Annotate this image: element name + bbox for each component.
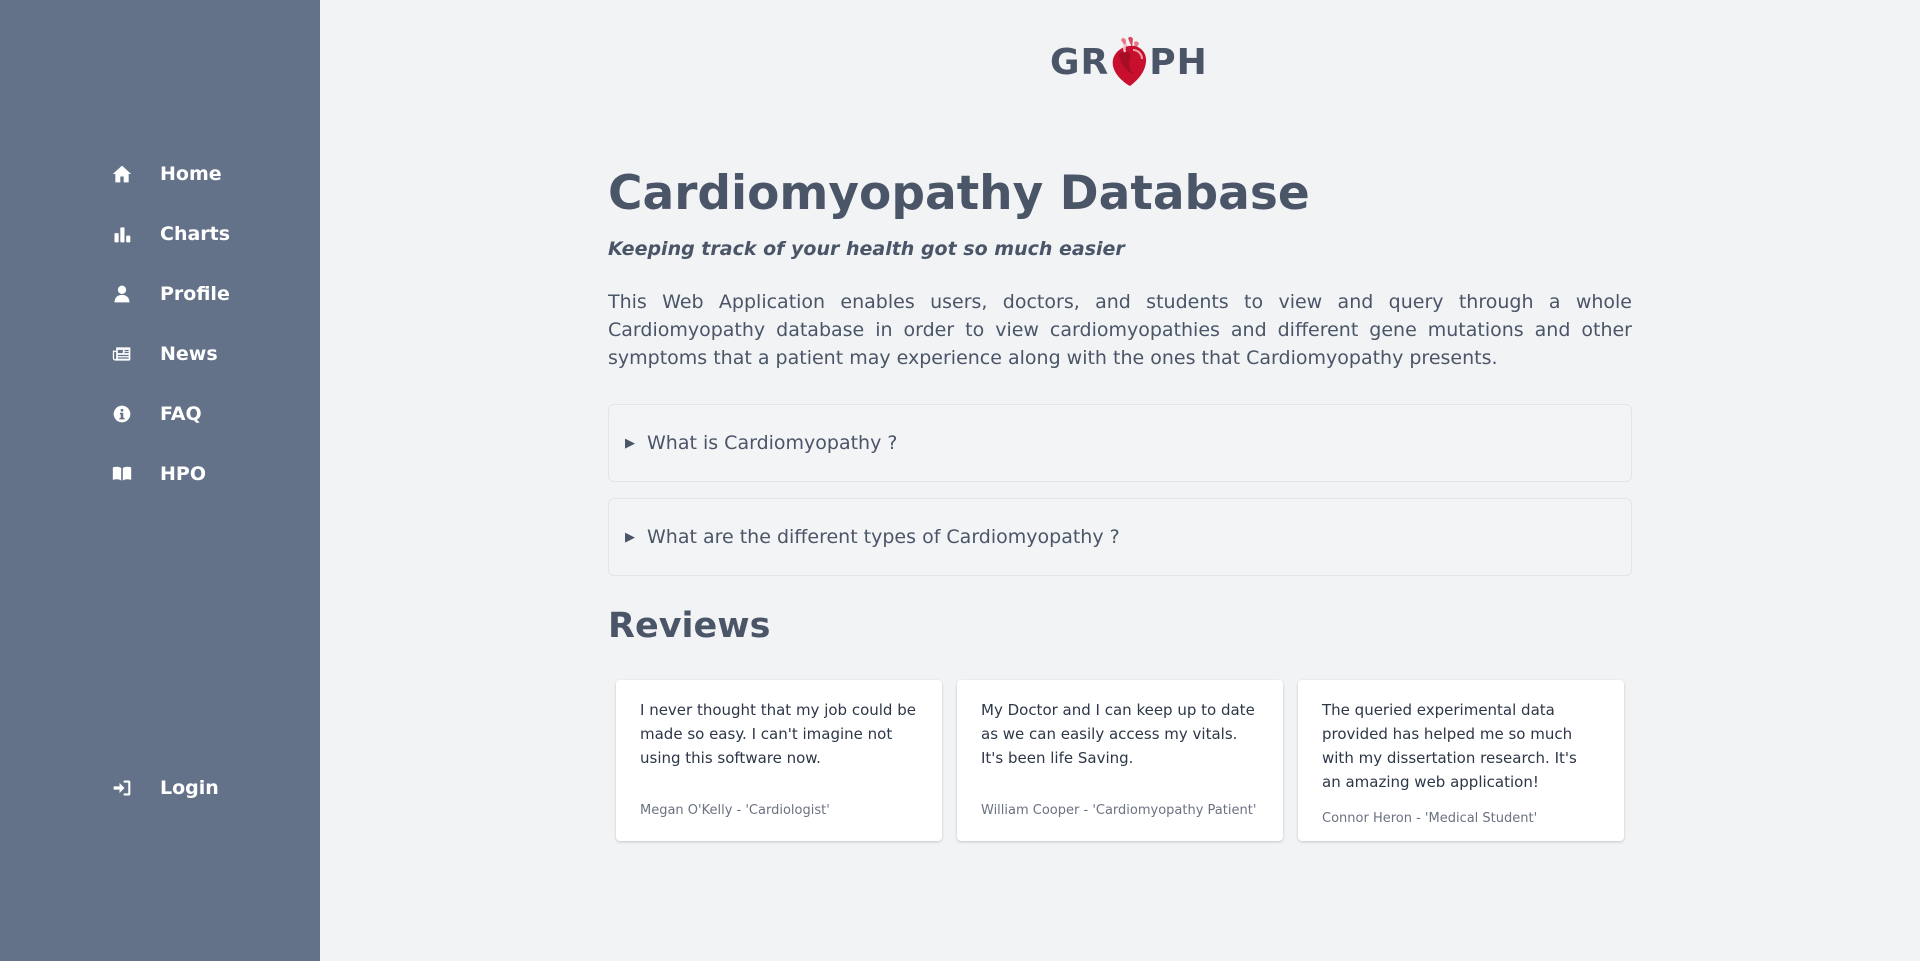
sidebar-item-news[interactable]: News [108,334,308,374]
review-quote: The queried experimental data provided h… [1322,701,1577,791]
sidebar-item-home[interactable]: Home [108,154,308,194]
graph-logo[interactable]: GR PH [1050,34,1208,90]
book-open-icon [108,462,136,486]
accordion-what-is-cardiomyopathy[interactable]: ▶ What is Cardiomyopathy ? [608,404,1632,482]
sidebar: Home Charts Profile News FAQ HPO Login [0,0,320,961]
review-card: I never thought that my job could be mad… [616,680,942,841]
sidebar-item-label: Profile [160,283,230,305]
page-description: This Web Application enables users, doct… [608,291,1632,369]
sidebar-item-profile[interactable]: Profile [108,274,308,314]
accordion-types-of-cardiomyopathy[interactable]: ▶ What are the different types of Cardio… [608,498,1632,576]
sidebar-item-label: FAQ [160,403,202,425]
review-author: Megan O'Kelly - 'Cardiologist' [640,803,830,818]
sidebar-item-label: HPO [160,463,206,485]
chart-bar-icon [108,222,136,246]
logo-text-right: PH [1149,41,1208,83]
sidebar-item-label: Charts [160,223,231,245]
heart-icon [1112,36,1147,86]
page-subtitle: Keeping track of your health got so much… [608,238,1125,260]
review-author: Connor Heron - 'Medical Student' [1322,811,1538,826]
login-label: Login [160,777,219,799]
reviews-heading: Reviews [608,606,771,646]
accordion-label: What is Cardiomyopathy ? [647,432,898,454]
info-circle-icon [108,402,136,426]
accordion-label: What are the different types of Cardiomy… [647,526,1120,548]
home-icon [108,162,136,186]
sidebar-item-faq[interactable]: FAQ [108,394,308,434]
triangle-right-icon: ▶ [625,529,635,545]
triangle-right-icon: ▶ [625,435,635,451]
review-quote: My Doctor and I can keep up to date as w… [981,701,1255,767]
sidebar-item-hpo[interactable]: HPO [108,454,308,494]
user-icon [108,282,136,306]
review-card: The queried experimental data provided h… [1298,680,1624,841]
page-title: Cardiomyopathy Database [608,166,1310,221]
review-quote: I never thought that my job could be mad… [640,701,916,767]
sidebar-item-charts[interactable]: Charts [108,214,308,254]
sign-in-icon [108,776,136,800]
sidebar-item-label: Home [160,163,222,185]
review-author: William Cooper - 'Cardiomyopathy Patient… [981,803,1257,818]
sidebar-item-label: News [160,343,218,365]
logo-text-left: GR [1050,41,1110,83]
login-button[interactable]: Login [108,768,308,808]
review-card: My Doctor and I can keep up to date as w… [957,680,1283,841]
newspaper-icon [108,342,136,366]
